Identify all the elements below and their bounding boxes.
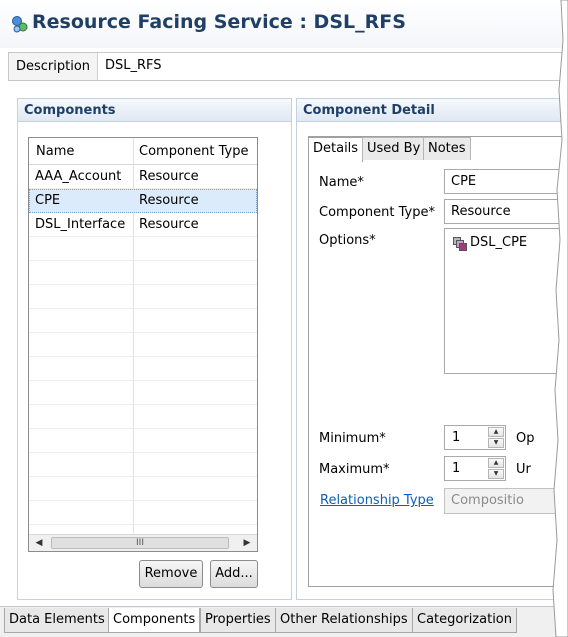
- tab-categorization[interactable]: Categorization: [412, 608, 517, 633]
- maximum-trailing-label: Ur: [516, 462, 531, 477]
- tab-used-by[interactable]: Used By: [362, 137, 426, 160]
- relationship-type-link[interactable]: Relationship Type: [320, 493, 434, 508]
- decrement-icon[interactable]: ▼: [488, 469, 504, 479]
- maximum-spin-buttons: ▲ ▼: [488, 458, 504, 479]
- tab-details[interactable]: Details: [308, 137, 364, 162]
- maximum-value[interactable]: 1: [452, 461, 460, 476]
- empty-row: [29, 237, 257, 261]
- empty-row: [29, 357, 257, 381]
- resource-facing-service-icon: [12, 16, 28, 33]
- components-section-header[interactable]: Components: [17, 98, 292, 122]
- row-type: Resource: [139, 169, 199, 184]
- row-type: Resource: [139, 217, 199, 232]
- column-header-component-type[interactable]: Component Type: [139, 144, 248, 159]
- increment-icon[interactable]: ▲: [488, 427, 504, 437]
- description-label: Description: [16, 59, 91, 74]
- horizontal-scrollbar[interactable]: ◀ III ▶: [29, 534, 257, 551]
- row-name: AAA_Account: [35, 169, 122, 184]
- column-header-name[interactable]: Name: [36, 144, 74, 159]
- row-name: DSL_Interface: [35, 217, 126, 232]
- component-type-label: Component Type*: [319, 205, 435, 220]
- editor-title-bar: Resource Facing Service : DSL_RFS: [0, 0, 568, 48]
- empty-row: [29, 477, 257, 501]
- tab-notes[interactable]: Notes: [423, 137, 471, 160]
- minimum-label: Minimum*: [319, 431, 386, 446]
- name-label: Name*: [319, 175, 364, 190]
- scroll-right-icon[interactable]: ▶: [239, 536, 255, 550]
- minimum-trailing-label: Op: [516, 431, 535, 446]
- table-header: Name Component Type: [29, 138, 257, 165]
- component-detail-section-header[interactable]: Component Detail: [296, 98, 568, 122]
- table-row[interactable]: DSL_Interface Resource: [29, 213, 257, 237]
- increment-icon[interactable]: ▲: [488, 458, 504, 468]
- options-label: Options*: [319, 233, 376, 248]
- empty-row: [29, 429, 257, 453]
- scroll-left-icon[interactable]: ◀: [31, 536, 47, 550]
- components-table[interactable]: Name Component Type AAA_Account Resource…: [28, 137, 258, 552]
- minimum-value[interactable]: 1: [452, 430, 460, 445]
- tab-data-elements[interactable]: Data Elements: [4, 608, 110, 633]
- empty-row: [29, 285, 257, 309]
- remove-button[interactable]: Remove: [139, 560, 203, 588]
- description-field[interactable]: DSL_RFS: [97, 53, 567, 80]
- minimum-stepper[interactable]: 1 ▲ ▼: [444, 425, 506, 450]
- empty-row: [29, 405, 257, 429]
- tab-other-relationships[interactable]: Other Relationships: [275, 608, 413, 633]
- option-item[interactable]: DSL_CPE: [470, 235, 527, 250]
- resource-option-icon: [453, 237, 467, 251]
- minimum-spin-buttons: ▲ ▼: [488, 427, 504, 448]
- empty-row: [29, 309, 257, 333]
- row-name: CPE: [35, 193, 61, 208]
- empty-row: [29, 501, 257, 525]
- empty-row: [29, 453, 257, 477]
- empty-row: [29, 333, 257, 357]
- maximum-stepper[interactable]: 1 ▲ ▼: [444, 456, 506, 481]
- maximum-label: Maximum*: [319, 462, 390, 477]
- torn-page-edge: [552, 0, 568, 637]
- table-row[interactable]: AAA_Account Resource: [29, 165, 257, 189]
- table-row-selected[interactable]: CPE Resource: [29, 189, 257, 213]
- decrement-icon[interactable]: ▼: [488, 438, 504, 448]
- add-button[interactable]: Add...: [210, 560, 258, 588]
- row-type: Resource: [139, 193, 199, 208]
- page-title: Resource Facing Service : DSL_RFS: [32, 11, 406, 33]
- empty-row: [29, 381, 257, 405]
- scroll-thumb[interactable]: III: [51, 537, 229, 549]
- empty-row: [29, 261, 257, 285]
- description-row: Description DSL_RFS: [8, 52, 568, 81]
- tab-properties[interactable]: Properties: [200, 608, 276, 633]
- tab-components[interactable]: Components: [108, 608, 201, 633]
